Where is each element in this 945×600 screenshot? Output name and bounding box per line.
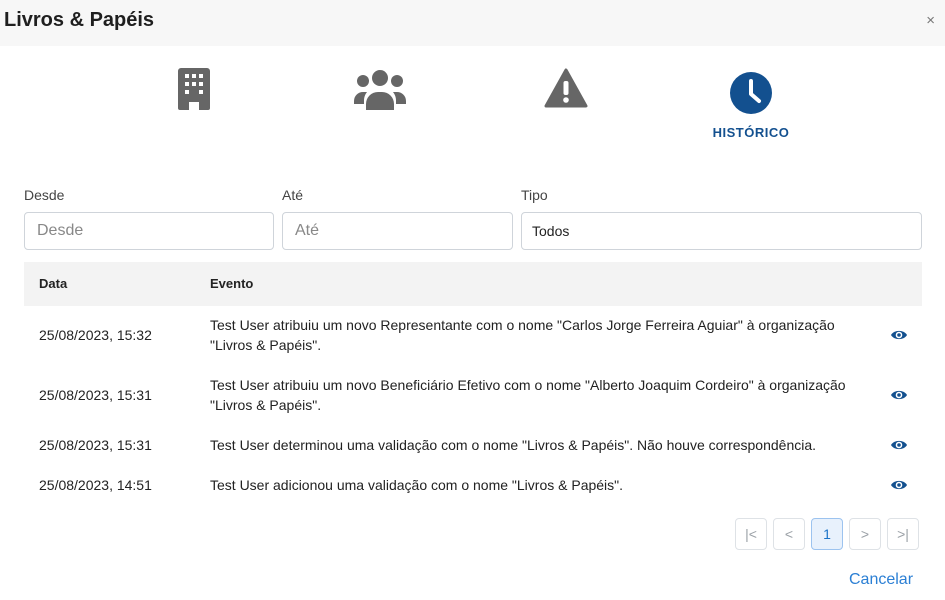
table-header: Data Evento xyxy=(24,262,922,306)
table-row: 25/08/2023, 15:31 Test User atribuiu um … xyxy=(24,375,922,415)
tab-organization[interactable] xyxy=(154,66,234,110)
ate-input[interactable] xyxy=(282,212,513,250)
row-event: Test User determinou uma validação com o… xyxy=(210,437,817,453)
eye-icon[interactable] xyxy=(890,437,908,453)
ate-label: Até xyxy=(282,187,304,203)
close-icon[interactable]: × xyxy=(926,12,935,29)
page-1-button[interactable]: 1 xyxy=(811,518,843,550)
table-row: 25/08/2023, 15:32 Test User atribuiu um … xyxy=(24,315,922,355)
tab-alerts[interactable] xyxy=(526,66,606,110)
warning-icon xyxy=(544,68,588,108)
tab-people[interactable] xyxy=(340,66,420,112)
row-event: Test User atribuiu um novo Representante… xyxy=(210,317,835,353)
row-date: 25/08/2023, 15:32 xyxy=(39,327,152,343)
column-header-data: Data xyxy=(39,276,68,291)
eye-icon[interactable] xyxy=(890,327,908,343)
table-row: 25/08/2023, 15:31 Test User determinou u… xyxy=(24,435,922,455)
row-event: Test User adicionou uma validação com o … xyxy=(210,477,624,493)
clock-icon xyxy=(730,72,772,114)
dialog-header: Livros & Papéis × xyxy=(0,0,945,46)
column-header-evento: Evento xyxy=(210,276,254,291)
table-row: 25/08/2023, 14:51 Test User adicionou um… xyxy=(24,475,922,495)
eye-icon[interactable] xyxy=(890,477,908,493)
first-page-button[interactable]: |< xyxy=(735,518,767,550)
row-date: 25/08/2023, 14:51 xyxy=(39,477,152,493)
dialog-title: Livros & Papéis xyxy=(4,9,155,31)
tab-historico[interactable]: HISTÓRICO xyxy=(711,71,791,140)
row-event: Test User atribuiu um novo Beneficiário … xyxy=(210,377,846,413)
eye-icon[interactable] xyxy=(890,387,908,403)
building-icon xyxy=(178,68,210,110)
prev-page-button[interactable]: < xyxy=(773,518,805,550)
last-page-button[interactable]: >| xyxy=(887,518,919,550)
tipo-select[interactable]: Todos xyxy=(521,212,922,250)
users-icon xyxy=(354,70,406,110)
next-page-button[interactable]: > xyxy=(849,518,881,550)
desde-input[interactable] xyxy=(24,212,274,250)
row-date: 25/08/2023, 15:31 xyxy=(39,437,152,453)
tab-historico-label: HISTÓRICO xyxy=(712,125,790,140)
cancel-button[interactable]: Cancelar xyxy=(849,571,913,589)
row-date: 25/08/2023, 15:31 xyxy=(39,387,152,403)
desde-label: Desde xyxy=(24,187,65,203)
tipo-label: Tipo xyxy=(521,187,548,203)
